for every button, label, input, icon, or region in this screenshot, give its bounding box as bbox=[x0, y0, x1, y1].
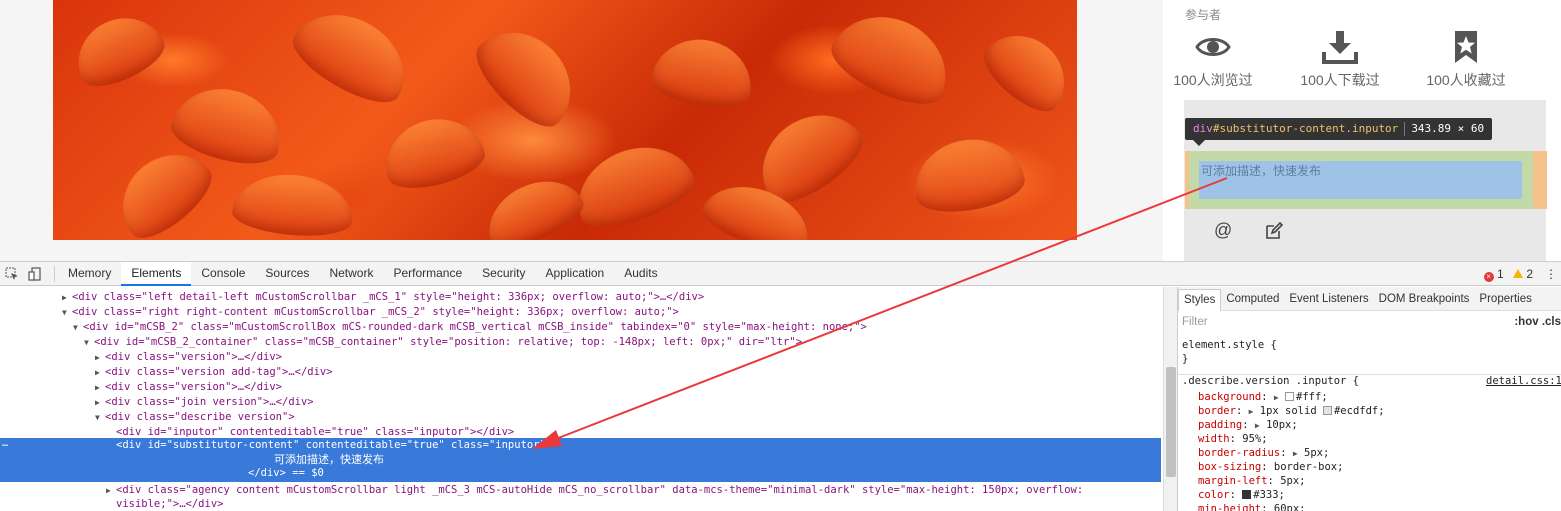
devtools-toolbar: Memory Elements Console Sources Network … bbox=[0, 262, 1561, 286]
warning-count: 2 bbox=[1526, 267, 1533, 281]
css-property[interactable]: min-height: 60px; bbox=[1198, 502, 1305, 511]
css-property[interactable]: background: ▶ #fff; bbox=[1198, 390, 1328, 405]
devtools-panel: Memory Elements Console Sources Network … bbox=[0, 261, 1561, 511]
css-property[interactable]: margin-left: 5px; bbox=[1198, 474, 1306, 488]
dom-node[interactable]: ▼ <div id="mCSB_2" class="mCustomScrollBo… bbox=[73, 320, 867, 335]
dom-node[interactable]: ▼ <div class="right right-content mCustom… bbox=[62, 305, 679, 320]
device-toolbar-icon[interactable] bbox=[28, 267, 42, 281]
tab-sources[interactable]: Sources bbox=[255, 262, 319, 286]
views-text: 100人浏览过 bbox=[1173, 72, 1253, 88]
downloads-stat[interactable]: 100人下载过 bbox=[1285, 30, 1395, 90]
inspect-tooltip: div#substitutor-content.inputor 343.89 × … bbox=[1185, 118, 1493, 140]
more-options-icon[interactable]: ⋮ bbox=[1545, 267, 1557, 281]
styles-filter-input[interactable]: Filter bbox=[1182, 316, 1208, 328]
tab-styles[interactable]: Styles bbox=[1178, 289, 1222, 311]
tab-console[interactable]: Console bbox=[191, 262, 255, 286]
css-property[interactable]: border: ▶ 1px solid #ecdfdf; bbox=[1198, 404, 1385, 419]
tooltip-arrow bbox=[1193, 140, 1205, 146]
tab-properties[interactable]: Properties bbox=[1474, 287, 1536, 311]
tab-computed[interactable]: Computed bbox=[1221, 287, 1284, 311]
flower-photo bbox=[53, 0, 1077, 240]
selected-text-node: 可添加描述，快速发布 bbox=[274, 453, 384, 466]
selected-dom-node[interactable]: … <div id="substitutor-content" contente… bbox=[0, 438, 1161, 482]
dom-node[interactable]: ▼ <div id="mCSB_2_container" class="mCSB_… bbox=[84, 335, 802, 350]
css-property[interactable]: box-sizing: border-box; bbox=[1198, 460, 1343, 474]
selected-close-tag: </div> == $0 bbox=[248, 467, 324, 479]
tooltip-size: 343.89 × 60 bbox=[1411, 122, 1485, 135]
css-property[interactable]: color: #333; bbox=[1198, 488, 1285, 502]
description-input[interactable]: 可添加描述，快速发布 bbox=[1201, 162, 1321, 179]
tab-memory[interactable]: Memory bbox=[58, 262, 121, 286]
tab-audits[interactable]: Audits bbox=[614, 262, 667, 286]
favorites-stat[interactable]: 100人收藏过 bbox=[1411, 30, 1521, 90]
favorites-text: 100人收藏过 bbox=[1426, 72, 1506, 88]
dom-node[interactable]: ▶ <div class="version add-tag">…</div> bbox=[95, 365, 333, 380]
css-property[interactable]: padding: ▶ 10px; bbox=[1198, 418, 1298, 433]
rule-source-link[interactable]: detail.css:1 bbox=[1486, 374, 1561, 388]
tooltip-tag: div bbox=[1193, 122, 1213, 135]
error-icon: × bbox=[1483, 272, 1494, 282]
dom-node[interactable]: ▶ <div class="join version">…</div> bbox=[95, 395, 314, 410]
styles-pane: Styles Computed Event Listeners DOM Brea… bbox=[1177, 287, 1561, 511]
tab-security[interactable]: Security bbox=[472, 262, 535, 286]
element-style-close: } bbox=[1182, 353, 1189, 365]
mention-icon[interactable]: @ bbox=[1214, 220, 1232, 241]
dom-node-continuation: visible;">…</div> bbox=[116, 498, 224, 510]
error-count: 1 bbox=[1496, 267, 1504, 281]
tab-event-listeners[interactable]: Event Listeners bbox=[1284, 287, 1373, 311]
tab-network[interactable]: Network bbox=[319, 262, 383, 286]
styles-tabs: Styles Computed Event Listeners DOM Brea… bbox=[1178, 287, 1561, 311]
devtools-tabs: Memory Elements Console Sources Network … bbox=[58, 262, 668, 286]
dom-node[interactable]: ▶ <div class="version">…</div> bbox=[95, 350, 282, 365]
css-property[interactable]: width: 95%; bbox=[1198, 432, 1268, 446]
css-property[interactable]: border-radius: ▶ 5px; bbox=[1198, 446, 1329, 461]
elements-tree: ▶ <div class="left detail-left mCustomScr… bbox=[0, 287, 1163, 511]
tab-dom-breakpoints[interactable]: DOM Breakpoints bbox=[1374, 287, 1475, 311]
inspect-element-icon[interactable] bbox=[5, 267, 19, 281]
downloads-text: 100人下载过 bbox=[1300, 72, 1380, 88]
elements-scrollbar[interactable] bbox=[1163, 287, 1177, 511]
selected-open-tag: <div id="substitutor-content" contentedi… bbox=[116, 439, 553, 451]
page-viewport: 参与者 100人浏览过 100人下载过 100人收藏过 可添加描述，快速发布 d… bbox=[0, 0, 1561, 261]
element-style-selector[interactable]: element.style { bbox=[1182, 338, 1277, 352]
dom-node[interactable]: ▶ <div class="version">…</div> bbox=[95, 380, 282, 395]
dom-node[interactable]: ▼ <div class="describe version"> bbox=[95, 410, 295, 425]
dom-node[interactable]: ▶ <div class="agency content mCustomScrol… bbox=[106, 483, 1083, 498]
right-panel: 参与者 100人浏览过 100人下载过 100人收藏过 可添加描述，快速发布 d… bbox=[1163, 0, 1561, 261]
views-stat[interactable]: 100人浏览过 bbox=[1158, 30, 1268, 90]
scrollbar-thumb[interactable] bbox=[1166, 367, 1176, 477]
download-icon bbox=[1322, 31, 1358, 64]
tooltip-selector: #substitutor-content.inputor bbox=[1212, 122, 1399, 135]
edit-icon[interactable] bbox=[1264, 221, 1284, 241]
eye-icon bbox=[1195, 38, 1231, 56]
console-counts[interactable]: × 1 2 bbox=[1483, 267, 1533, 282]
warning-icon bbox=[1512, 269, 1523, 278]
star-bookmark-icon bbox=[1455, 31, 1477, 63]
rule-selector[interactable]: .describe.version .inputor { bbox=[1182, 374, 1359, 388]
tab-application[interactable]: Application bbox=[536, 262, 615, 286]
tab-performance[interactable]: Performance bbox=[383, 262, 472, 286]
hov-cls-buttons[interactable]: :hov .cls bbox=[1514, 316, 1561, 328]
node-actions-icon[interactable]: … bbox=[2, 438, 8, 449]
dom-node[interactable]: ▶ <div class="left detail-left mCustomScr… bbox=[62, 290, 704, 305]
tab-elements[interactable]: Elements bbox=[121, 262, 192, 286]
participants-title: 参与者 bbox=[1185, 8, 1222, 22]
